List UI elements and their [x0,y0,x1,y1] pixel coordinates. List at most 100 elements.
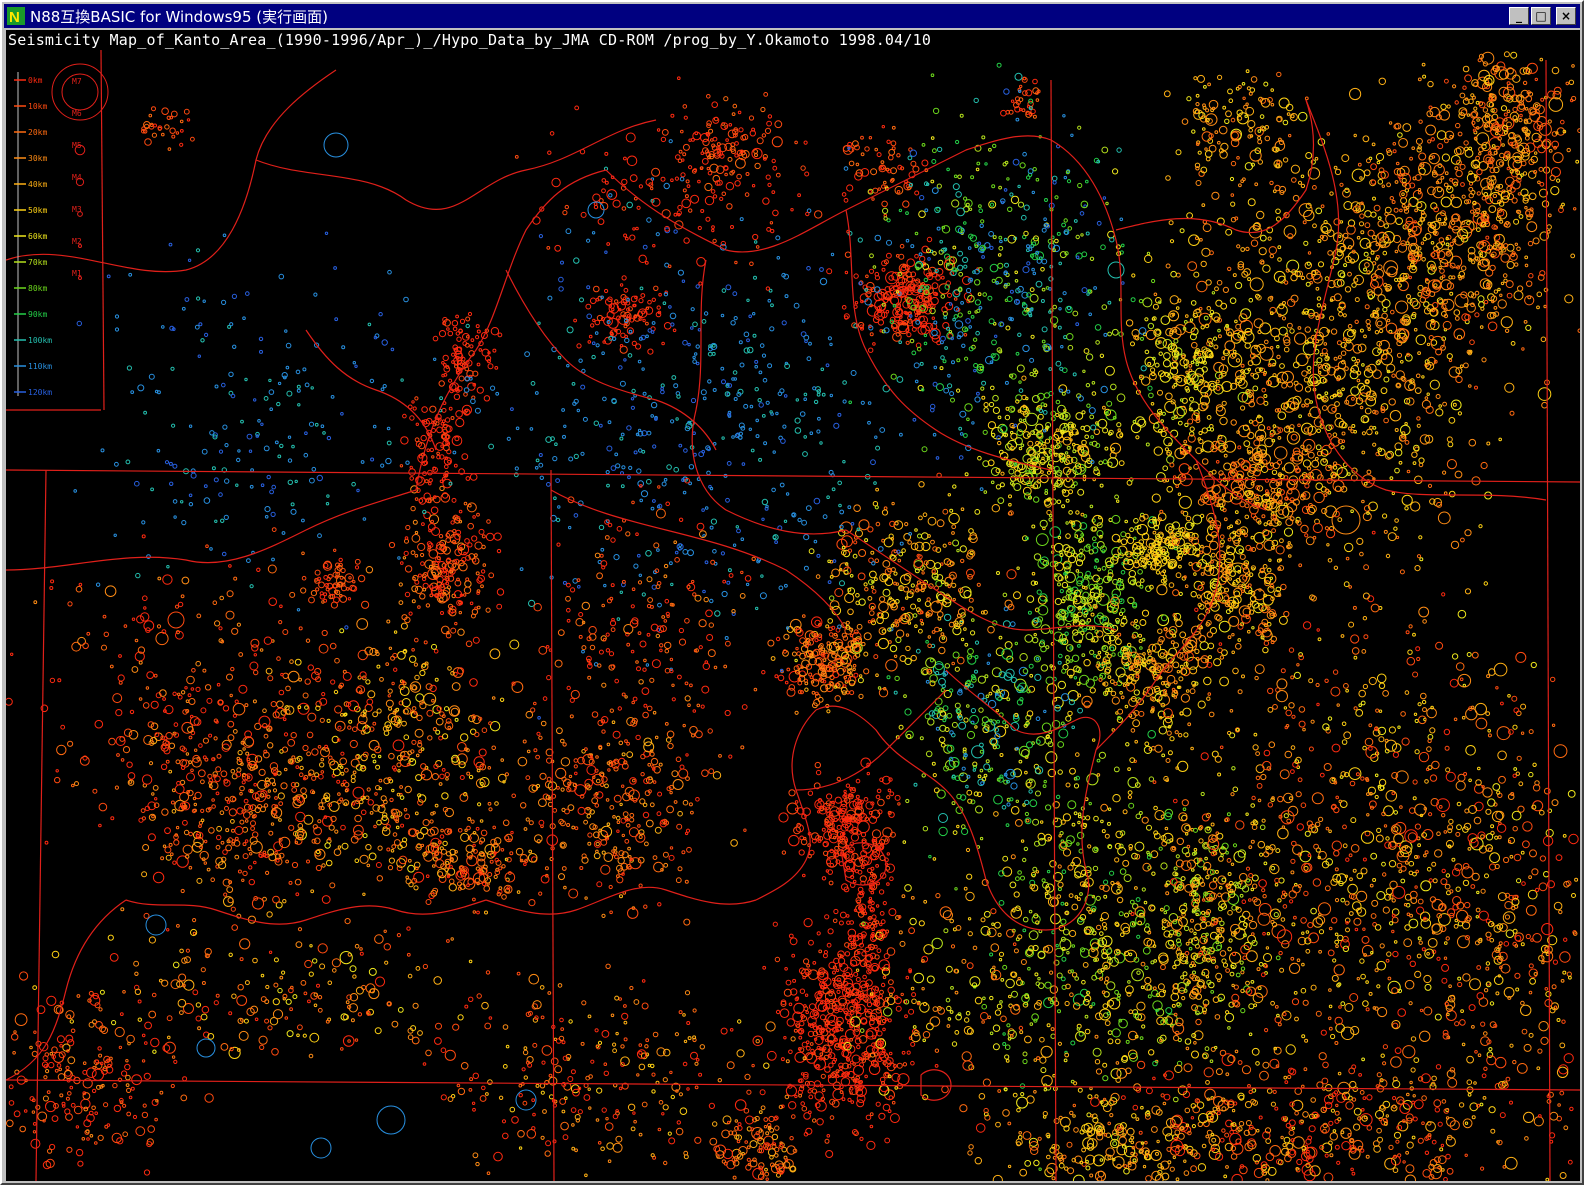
epicenter-marker [1448,490,1456,498]
epicenter-marker [561,807,566,813]
n88-basic-icon[interactable]: N [6,6,26,26]
epicenter-marker [179,142,184,147]
epicenter-marker [947,292,952,298]
epicenter-marker [471,535,478,542]
epicenter-marker [875,794,881,800]
epicenter-marker [546,776,552,782]
epicenter-marker [882,975,887,980]
epicenter-marker [267,789,271,793]
epicenter-marker [263,733,269,739]
epicenter-marker [1173,642,1179,649]
epicenter-marker [942,322,950,330]
epicenter-marker [832,970,836,975]
epicenter-marker [1013,591,1021,600]
epicenter-marker [248,878,256,886]
epicenter-marker [753,149,758,154]
epicenter-marker [393,630,398,634]
epicenter-marker [369,811,374,815]
epicenter-marker [237,869,242,874]
epicenter-marker [1000,471,1005,476]
epicenter-marker [736,1139,741,1144]
epicenter-marker [498,866,503,871]
epicenter-marker [1061,504,1066,509]
epicenter-marker [1013,483,1022,491]
epicenter-marker [595,755,599,759]
epicenter-marker [1276,354,1281,360]
epicenter-marker [1278,565,1285,571]
epicenter-marker [1016,566,1020,570]
epicenter-marker [215,766,222,773]
epicenter-marker [400,622,408,630]
epicenter-marker [874,147,879,152]
epicenter-marker [658,292,662,297]
epicenter-marker [400,823,405,828]
epicenter-marker [892,332,902,342]
epicenter-marker [396,792,401,797]
epicenter-marker [940,275,945,280]
epicenter-marker [430,519,435,524]
epicenter-marker [538,891,543,896]
epicenter-marker [1202,223,1212,233]
epicenter-marker [1199,641,1209,651]
epicenter-marker [388,646,393,650]
minimize-button[interactable]: _ [1509,7,1529,25]
epicenter-marker [821,1088,826,1093]
title-bar[interactable]: N N88互換BASIC for Windows95 (実行画面) _ □ × [4,4,1580,28]
epicenter-marker [780,1057,785,1062]
epicenter-marker [828,1052,836,1060]
epicenter-marker [849,1086,854,1091]
epicenter-marker [879,911,885,916]
epicenter-marker [764,1171,770,1177]
epicenter-marker [647,348,654,355]
epicenter-marker [828,880,834,886]
epicenter-marker [1447,441,1454,448]
epicenter-marker [1294,332,1307,345]
epicenter-marker [475,335,480,340]
epicenter-marker [417,573,422,578]
epicenter-marker [765,1177,769,1181]
epicenter-marker [1133,689,1140,696]
epicenter-marker [611,849,615,853]
epicenter-marker [1396,352,1403,358]
epicenter-marker [855,162,860,167]
epicenter-marker [600,864,611,875]
epicenter-marker [1103,681,1109,687]
epicenter-marker [632,303,636,308]
epicenter-marker [908,1008,915,1015]
epicenter-marker [1056,499,1062,505]
epicenter-marker [841,305,847,310]
epicenter-marker [882,1027,886,1032]
epicenter-marker [616,820,621,825]
epicenter-marker [1453,309,1461,316]
epicenter-marker [919,255,926,263]
maximize-button[interactable]: □ [1531,7,1551,25]
epicenter-marker [587,832,593,838]
epicenter-marker [438,534,444,539]
epicenter-marker [826,942,832,948]
epicenter-marker [213,736,218,741]
epicenter-marker [934,1064,939,1068]
epicenter-marker [436,451,440,456]
epicenter-marker [538,735,543,740]
epicenter-marker [858,693,864,700]
epicenter-marker [472,515,476,519]
epicenter-marker [456,336,462,342]
epicenter-marker [558,873,565,881]
epicenter-marker [1064,631,1069,636]
epicenter-marker [1077,488,1085,496]
close-button[interactable]: × [1556,7,1576,25]
epicenter-marker [225,844,233,852]
epicenter-marker [1406,469,1411,474]
epicenter-marker [837,953,842,958]
epicenter-marker [452,528,457,534]
epicenter-marker [825,624,830,629]
epicenter-marker [672,779,684,790]
epicenter-marker [1393,526,1398,531]
epicenter-marker [437,868,447,879]
epicenter-marker [477,852,486,862]
epicenter-marker [1107,675,1112,679]
epicenter-marker [438,735,444,741]
epicenter-marker [872,342,876,346]
epicenter-marker [404,813,411,820]
epicenter-marker [778,812,789,823]
